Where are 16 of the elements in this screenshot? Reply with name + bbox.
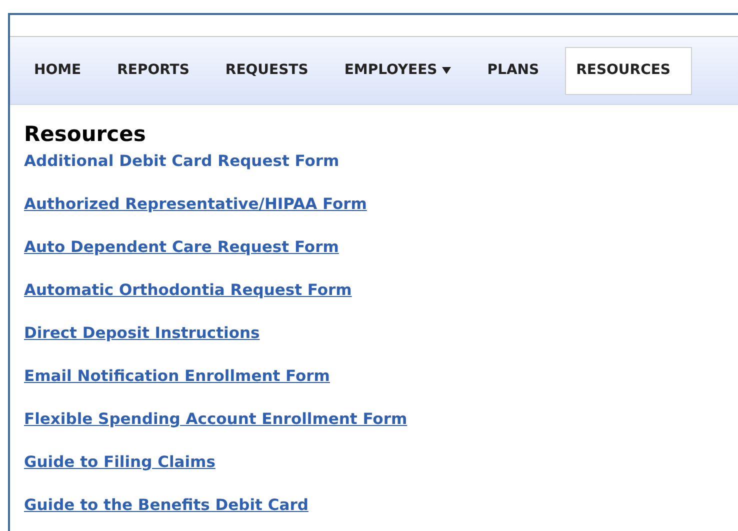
nav-tab[interactable]: PLANS (477, 46, 550, 94)
nav-tab[interactable]: HOME (24, 46, 92, 94)
resource-link[interactable]: Auto Dependent Care Request Form (24, 237, 339, 280)
resource-link[interactable]: Automatic Orthodontia Request Form (24, 280, 352, 323)
resource-link[interactable]: Authorized Representative/HIPAA Form (24, 194, 367, 237)
resource-link[interactable]: Guide to the Benefits Debit Card (24, 495, 308, 531)
resource-link[interactable]: Email Notification Enrollment Form (24, 366, 330, 409)
nav-tab[interactable]: REPORTS (107, 46, 200, 94)
resource-link[interactable]: Flexible Spending Account Enrollment Form (24, 409, 408, 452)
resource-link[interactable]: Direct Deposit Instructions (24, 323, 260, 366)
page-heading: Resources (24, 121, 147, 147)
nav-tab[interactable]: REQUESTS (215, 46, 318, 94)
nav-tab[interactable]: EMPLOYEES (334, 46, 462, 94)
resource-link[interactable]: Additional Debit Card Request Form (24, 151, 340, 194)
resource-link[interactable]: Guide to Filing Claims (24, 452, 216, 495)
nav-tab[interactable]: RESOURCES (565, 46, 692, 94)
